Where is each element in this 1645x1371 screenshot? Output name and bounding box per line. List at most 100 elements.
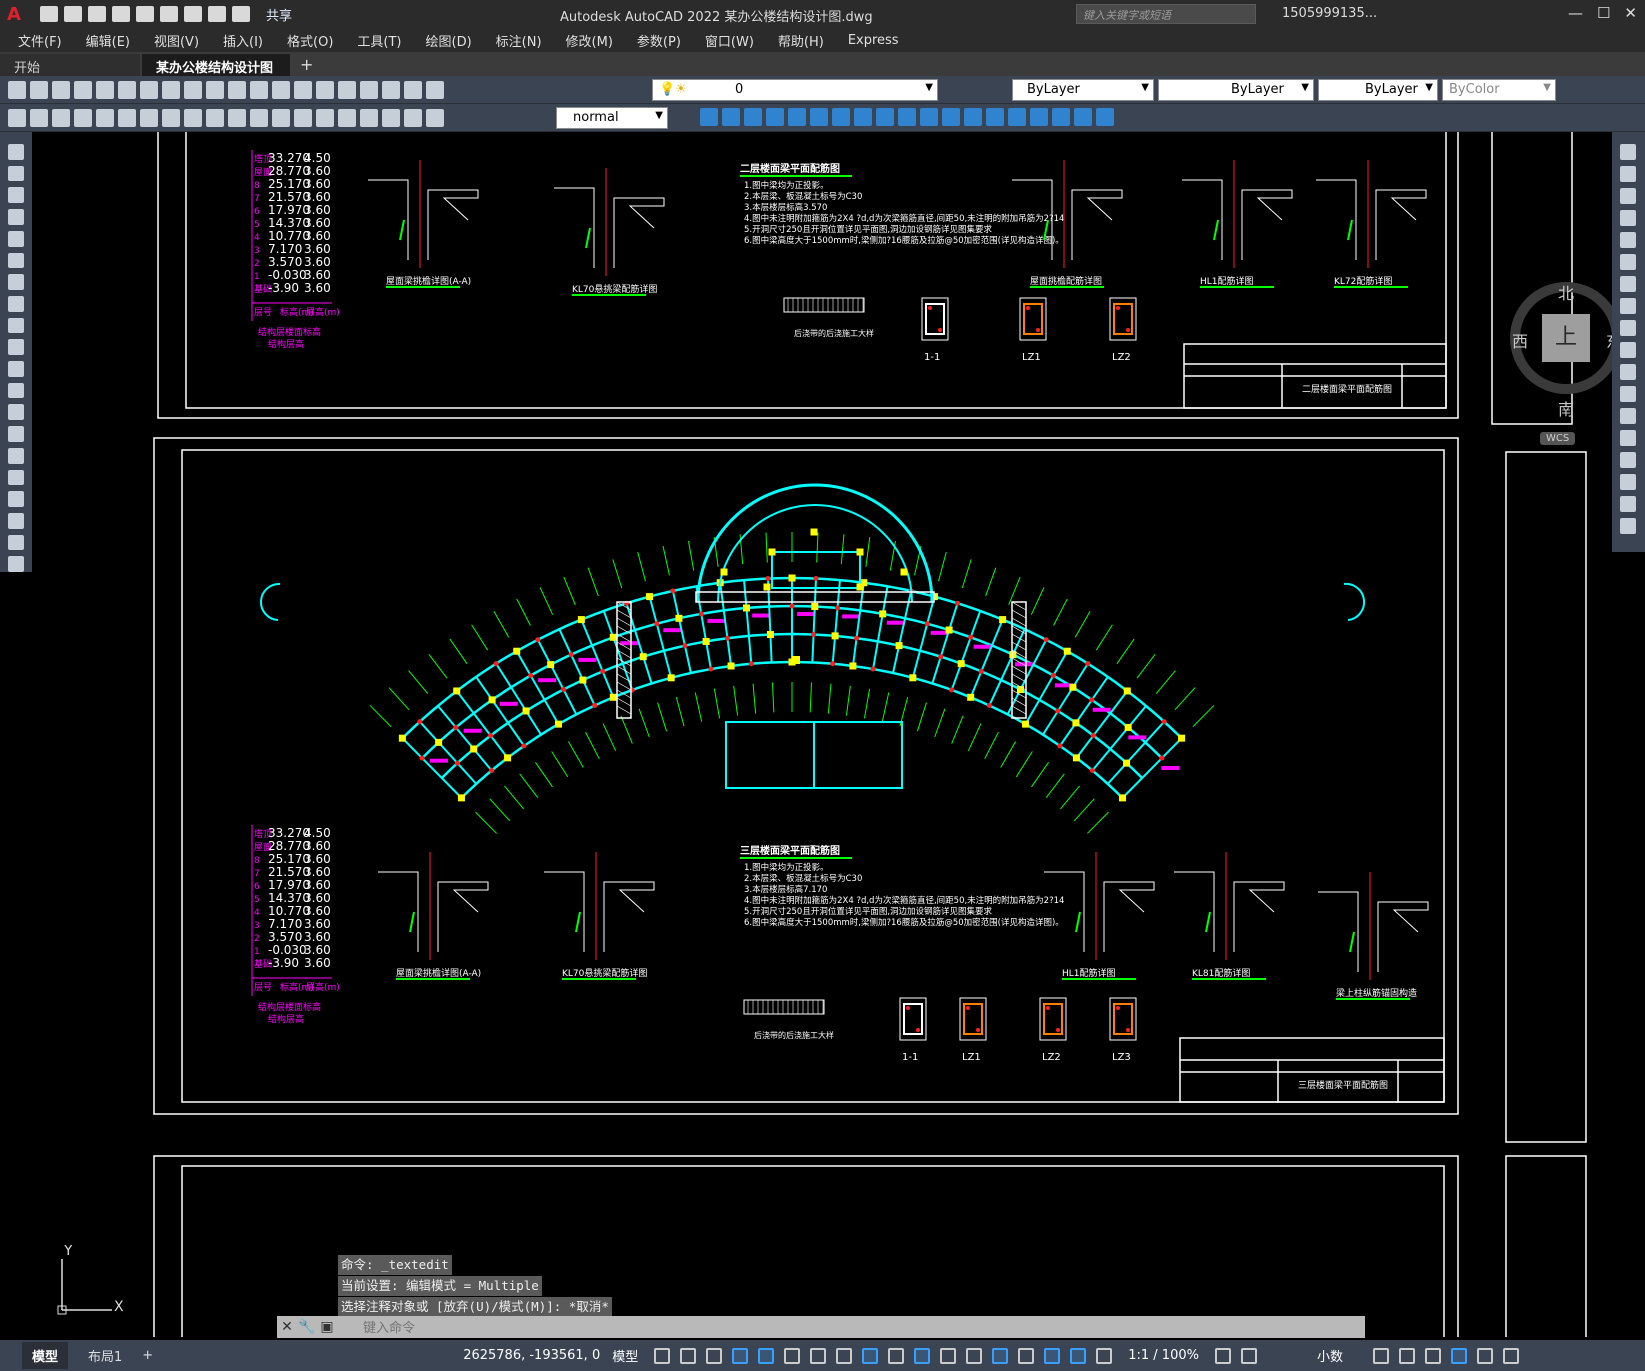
chamfer-icon[interactable] [1620, 452, 1636, 468]
layer-combo[interactable]: 💡☀ 0 ▼ [652, 79, 938, 101]
group-icon[interactable] [1052, 108, 1070, 126]
array-icon[interactable] [898, 108, 916, 126]
redo-icon[interactable] [232, 6, 250, 22]
dynamic-input-icon[interactable] [732, 1347, 749, 1364]
copy-icon[interactable] [1620, 166, 1636, 182]
dim-update-icon[interactable] [426, 108, 444, 127]
compass-south[interactable]: 南 [1558, 396, 1574, 420]
tolerance-icon[interactable] [294, 108, 312, 127]
clean-screen-icon[interactable] [1476, 1347, 1493, 1364]
model-space-toggle[interactable]: 模型 [612, 1346, 638, 1365]
dim-text-edit-icon[interactable] [404, 108, 422, 127]
polar-icon[interactable] [784, 1347, 801, 1364]
ellipse-icon[interactable] [8, 339, 24, 356]
angular-dim-icon[interactable] [184, 108, 202, 127]
compass-west[interactable]: 西 [1512, 328, 1528, 352]
preview-icon[interactable] [96, 80, 114, 99]
share-button[interactable]: 共享 [266, 5, 292, 24]
jogged-dim-icon[interactable] [140, 108, 158, 127]
point-icon[interactable] [8, 426, 24, 442]
snap-icon[interactable] [680, 1347, 697, 1364]
menu-item[interactable]: 插入(I) [223, 31, 263, 50]
redo-icon[interactable] [250, 80, 268, 99]
center-mark-icon[interactable] [316, 108, 334, 127]
object-track-icon[interactable] [836, 1347, 853, 1364]
layout1-tab[interactable]: 布局1 [78, 1342, 132, 1369]
compass-north[interactable]: 北 [1558, 280, 1574, 304]
trim-icon[interactable] [832, 108, 850, 126]
open-file-icon[interactable] [64, 6, 82, 22]
copy-icon[interactable] [162, 80, 180, 99]
lineweight-combo[interactable]: ByLayer ▼ [1318, 79, 1438, 101]
save-icon[interactable] [88, 6, 106, 22]
insert-block-icon[interactable] [8, 382, 24, 399]
mtext-icon[interactable] [8, 534, 24, 551]
draw-order-icon[interactable] [8, 108, 26, 127]
menu-item[interactable]: 工具(T) [357, 31, 401, 50]
revcloud-icon[interactable] [8, 295, 24, 312]
workspace-gear-icon[interactable] [1214, 1347, 1231, 1364]
diameter-dim-icon[interactable] [162, 108, 180, 127]
gradient-icon[interactable] [8, 469, 24, 486]
auto-scale-icon[interactable] [1096, 1347, 1113, 1364]
model-tab[interactable]: 模型 [22, 1342, 69, 1369]
explode-icon[interactable] [964, 108, 982, 126]
hatch-icon[interactable] [8, 447, 24, 464]
quick-dim-icon[interactable] [206, 108, 224, 127]
match-properties-icon[interactable] [206, 80, 224, 99]
offset-icon[interactable] [876, 108, 894, 126]
rotate-icon[interactable] [1620, 276, 1636, 292]
add-layout-button[interactable]: + [132, 1344, 163, 1367]
fillet-icon[interactable] [1620, 474, 1636, 490]
ortho-icon[interactable] [758, 1347, 775, 1364]
color-combo[interactable]: ByLayer ▼ [1012, 79, 1154, 101]
drawing-canvas[interactable]: 二层楼面梁平面配筋图 三层楼面梁平面配筋图 塔顶 33.270 4.50 屋面 28.7… [32, 132, 1612, 1337]
selection-cycling-icon[interactable] [940, 1347, 957, 1364]
menu-item[interactable]: 编辑(E) [86, 31, 130, 50]
tool-palettes-icon[interactable] [360, 80, 378, 99]
annotation-monitor-icon[interactable] [1240, 1347, 1257, 1364]
customization-menu-icon[interactable] [1502, 1347, 1519, 1364]
cut-icon[interactable] [140, 80, 158, 99]
command-recent-icon[interactable]: ▣ [317, 1319, 337, 1335]
erase-icon[interactable] [1620, 144, 1636, 160]
command-input[interactable] [363, 1319, 963, 1335]
circle-icon[interactable] [8, 274, 24, 290]
save-as-icon[interactable] [112, 6, 130, 22]
new-file-icon[interactable] [40, 6, 58, 22]
menu-item[interactable]: 文件(F) [18, 31, 62, 50]
explode-icon[interactable] [1620, 518, 1636, 534]
menu-item[interactable]: 视图(V) [154, 31, 199, 50]
linear-dim-icon[interactable] [30, 108, 48, 127]
new-icon[interactable] [8, 80, 26, 99]
stretch-icon[interactable] [744, 108, 762, 126]
properties-icon[interactable] [316, 80, 334, 99]
user-account[interactable]: 1505999135... [1282, 6, 1377, 21]
tab-drawing[interactable]: 某办公楼结构设计图* × [142, 54, 290, 91]
blend-icon[interactable] [1620, 496, 1636, 512]
plot-icon[interactable] [160, 6, 178, 22]
isodraft-icon[interactable] [810, 1347, 827, 1364]
annotation-visibility-icon[interactable] [1070, 1347, 1087, 1364]
scale-icon[interactable] [810, 108, 828, 126]
paste-icon[interactable] [184, 80, 202, 99]
scale-icon[interactable] [1620, 298, 1636, 314]
dim-space-icon[interactable] [272, 108, 290, 127]
gizmo-icon[interactable] [1044, 1347, 1061, 1364]
dim-edit-icon[interactable] [382, 108, 400, 127]
tab-start[interactable]: 开始 [0, 54, 140, 76]
annotation-scale[interactable]: 1:1 / 100% [1128, 1348, 1199, 1363]
join-icon[interactable] [1620, 430, 1636, 446]
quick-properties-icon[interactable] [1372, 1347, 1389, 1364]
offset-icon[interactable] [1620, 210, 1636, 226]
units-readout[interactable]: 小数 [1317, 1346, 1343, 1365]
plotstyle-combo[interactable]: ByColor ▼ [1442, 79, 1556, 101]
break-icon[interactable] [1620, 408, 1636, 424]
design-center-icon[interactable] [338, 80, 356, 99]
help-icon[interactable] [404, 80, 422, 99]
layer-properties-icon[interactable] [426, 80, 444, 99]
wcs-menu[interactable]: WCS [1540, 432, 1576, 445]
chamfer-icon[interactable] [942, 108, 960, 126]
graphics-performance-icon[interactable] [1450, 1347, 1467, 1364]
move-icon[interactable] [700, 108, 718, 126]
